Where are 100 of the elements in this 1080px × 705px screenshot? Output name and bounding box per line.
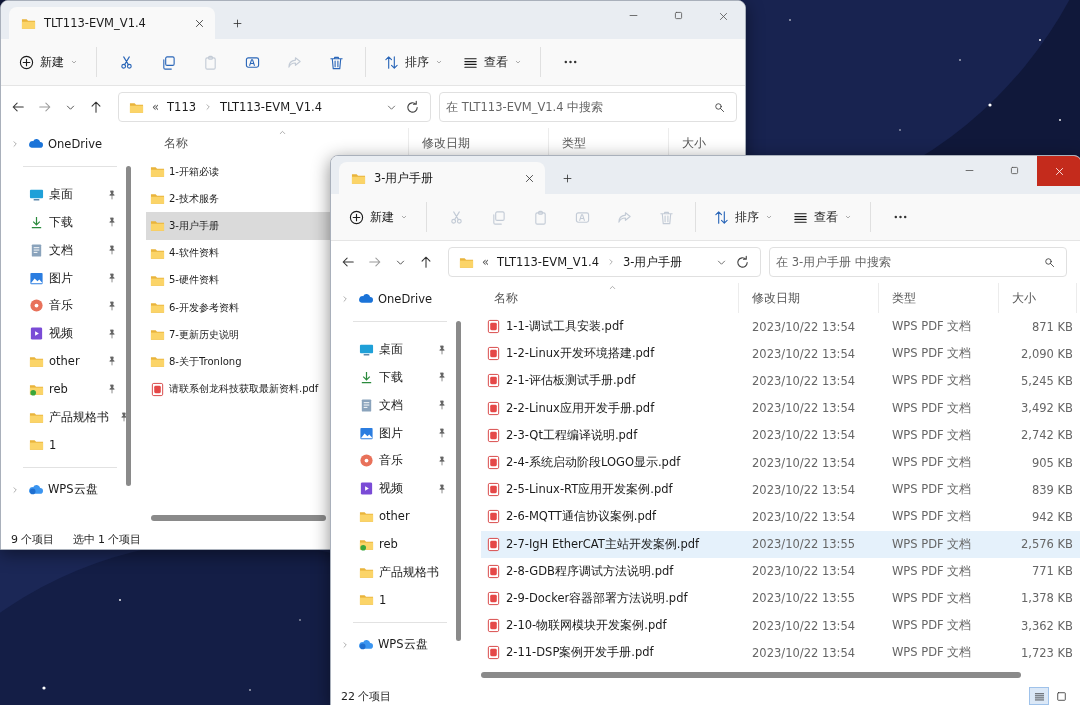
file-row[interactable]: 5-硬件资料 bbox=[146, 266, 330, 294]
file-row[interactable]: 2-4-系统启动阶段LOGO显示.pdf 2023/10/22 13:54 WPS PDF 文档 905 KB bbox=[481, 448, 1080, 477]
chevron-icon[interactable] bbox=[341, 640, 349, 649]
nav-item[interactable]: 1 bbox=[1, 430, 125, 459]
file-row[interactable]: 1-开箱必读 bbox=[146, 158, 330, 186]
nav-item[interactable]: reb bbox=[331, 530, 455, 559]
scrollbar-thumb[interactable] bbox=[126, 166, 131, 486]
new-button[interactable]: 新建 bbox=[341, 201, 416, 233]
nav-item[interactable]: other bbox=[331, 502, 455, 531]
maximize-button[interactable] bbox=[1009, 165, 1020, 176]
tab[interactable]: 3-用户手册 bbox=[339, 162, 545, 194]
up-button[interactable] bbox=[419, 255, 433, 269]
column-header[interactable]: 修改日期 bbox=[739, 283, 879, 313]
file-type: WPS PDF 文档 bbox=[892, 482, 972, 498]
modified-date: 2023/10/22 13:55 bbox=[752, 537, 856, 552]
nav-item[interactable]: 下载 bbox=[1, 208, 125, 237]
file-row[interactable]: 2-10-物联网模块开发案例.pdf 2023/10/22 13:54 WPS PDF 文档 3,362 KB bbox=[481, 612, 1080, 640]
file-row[interactable]: 2-2-Linux应用开发手册.pdf 2023/10/22 13:54 WPS PDF 文档 3,492 KB bbox=[481, 394, 1080, 422]
file-row[interactable]: 4-软件资料 bbox=[146, 239, 330, 267]
search-field[interactable]: 在 TLT113-EVM_V1.4 中搜索 bbox=[439, 92, 737, 122]
file-row[interactable]: 2-3-Qt工程编译说明.pdf 2023/10/22 13:54 WPS PDF 文档 2,742 KB bbox=[481, 421, 1080, 449]
back-button[interactable] bbox=[341, 255, 355, 269]
file-row[interactable]: 1-1-调试工具安装.pdf 2023/10/22 13:54 WPS PDF 文档 871 KB bbox=[481, 313, 1080, 341]
nav-item[interactable]: 桌面 bbox=[1, 180, 125, 209]
close-icon[interactable] bbox=[524, 172, 535, 184]
file-row[interactable]: 6-开发参考资料 bbox=[146, 293, 330, 322]
nav-item[interactable]: WPS云盘 bbox=[331, 630, 455, 659]
file-row[interactable]: 2-6-MQTT通信协议案例.pdf 2023/10/22 13:54 WPS PDF 文档 942 KB bbox=[481, 503, 1080, 531]
file-row[interactable]: 2-8-GDB程序调试方法说明.pdf 2023/10/22 13:54 WPS PDF 文档 771 KB bbox=[481, 557, 1080, 585]
file-size: 839 KB bbox=[1031, 482, 1073, 497]
nav-item[interactable]: 音乐 bbox=[331, 447, 455, 475]
scrollbar-thumb[interactable] bbox=[481, 672, 1021, 678]
breadcrumb[interactable]: TLT113-EVM_V1.4 bbox=[220, 100, 322, 114]
file-row[interactable]: 7-更新历史说明 bbox=[146, 321, 330, 349]
file-row[interactable]: 2-11-DSP案例开发手册.pdf 2023/10/22 13:54 WPS PDF 文档 1,723 KB bbox=[481, 639, 1080, 667]
tab[interactable]: TLT113-EVM_V1.4 bbox=[9, 7, 215, 39]
scrollbar-thumb[interactable] bbox=[456, 321, 461, 641]
sort-button[interactable]: 排序 bbox=[706, 201, 781, 233]
search-field[interactable]: 在 3-用户手册 中搜索 bbox=[769, 247, 1067, 277]
new-button[interactable]: 新建 bbox=[11, 46, 86, 78]
view-button[interactable]: 查看 bbox=[455, 46, 530, 78]
nav-item[interactable]: 产品规格书 bbox=[1, 403, 125, 431]
file-row[interactable]: 2-7-IgH EtherCAT主站开发案例.pdf 2023/10/22 13:55 WPS PDF 文档 2,576 KB bbox=[481, 530, 1080, 558]
new-tab-button[interactable] bbox=[562, 173, 573, 184]
back-button[interactable] bbox=[11, 100, 25, 114]
file-row[interactable]: 1-2-Linux开发环境搭建.pdf 2023/10/22 13:54 WPS PDF 文档 2,090 KB bbox=[481, 340, 1080, 368]
nav-item[interactable]: 下载 bbox=[331, 363, 455, 392]
nav-item[interactable]: 产品规格书 bbox=[331, 558, 455, 586]
chevron-icon[interactable] bbox=[341, 294, 349, 303]
nav-item[interactable]: WPS云盘 bbox=[1, 475, 125, 504]
pdf-icon bbox=[486, 618, 501, 634]
file-row[interactable]: 2-5-Linux-RT应用开发案例.pdf 2023/10/22 13:54 WPS PDF 文档 839 KB bbox=[481, 476, 1080, 504]
forward-button[interactable] bbox=[38, 100, 52, 114]
nav-item[interactable]: 音乐 bbox=[1, 292, 125, 320]
close-icon[interactable] bbox=[194, 17, 205, 29]
file-name: 6-开发参考资料 bbox=[169, 300, 239, 315]
refresh-button[interactable] bbox=[735, 254, 750, 270]
breadcrumb[interactable]: TLT113-EVM_V1.4 bbox=[497, 255, 599, 269]
forward-button[interactable] bbox=[368, 255, 382, 269]
file-row[interactable]: 2-9-Docker容器部署方法说明.pdf 2023/10/22 13:55 WPS PDF 文档 1,378 KB bbox=[481, 584, 1080, 613]
nav-item[interactable]: OneDrive bbox=[331, 285, 455, 313]
nav-item[interactable]: 图片 bbox=[1, 264, 125, 292]
modified-date: 2023/10/22 13:54 bbox=[752, 428, 856, 443]
new-tab-button[interactable] bbox=[232, 18, 243, 29]
maximize-button[interactable] bbox=[673, 10, 684, 21]
nav-item[interactable]: 桌面 bbox=[331, 335, 455, 364]
file-name: 5-硬件资料 bbox=[169, 273, 219, 288]
refresh-button[interactable] bbox=[405, 99, 420, 115]
column-header[interactable]: 类型 bbox=[879, 283, 999, 313]
pdf-icon bbox=[486, 509, 501, 525]
breadcrumb[interactable]: T113 bbox=[167, 100, 197, 114]
file-row[interactable]: 2-技术服务 bbox=[146, 185, 330, 213]
sort-button[interactable]: 排序 bbox=[376, 46, 451, 78]
column-header[interactable]: 大小 bbox=[999, 283, 1077, 313]
nav-item[interactable]: other bbox=[1, 347, 125, 376]
address-bar[interactable]: « TLT113-EVM_V1.4 3-用户手册 bbox=[448, 247, 761, 277]
breadcrumb[interactable]: 3-用户手册 bbox=[623, 254, 683, 270]
overflow-mark[interactable]: « bbox=[152, 100, 160, 114]
nav-item[interactable]: reb bbox=[1, 375, 125, 404]
chevron-icon[interactable] bbox=[11, 485, 19, 494]
file-row[interactable]: 8-关于Tronlong bbox=[146, 348, 330, 376]
file-row[interactable]: 请联系创龙科技获取最新资料.pdf bbox=[146, 375, 330, 403]
file-row[interactable]: 3-用户手册 bbox=[146, 212, 330, 240]
nav-item[interactable]: 视频 bbox=[1, 319, 125, 348]
chevron-icon[interactable] bbox=[11, 139, 19, 148]
scrollbar-thumb[interactable] bbox=[151, 515, 326, 521]
nav-item[interactable]: 1 bbox=[331, 585, 455, 614]
up-button[interactable] bbox=[89, 100, 103, 114]
nav-item[interactable]: OneDrive bbox=[1, 130, 125, 158]
file-row[interactable]: 2-1-评估板测试手册.pdf 2023/10/22 13:54 WPS PDF 文档 5,245 KB bbox=[481, 367, 1080, 395]
modified-date: 2023/10/22 13:54 bbox=[752, 373, 856, 388]
details-view-button[interactable] bbox=[1029, 687, 1049, 705]
nav-item[interactable]: 文档 bbox=[1, 236, 125, 265]
address-bar[interactable]: « T113 TLT113-EVM_V1.4 bbox=[118, 92, 431, 122]
nav-item[interactable]: 图片 bbox=[331, 419, 455, 447]
view-button[interactable]: 查看 bbox=[785, 201, 860, 233]
column-header[interactable]: 名称 bbox=[481, 283, 739, 313]
nav-item[interactable]: 文档 bbox=[331, 391, 455, 420]
nav-item[interactable]: 视频 bbox=[331, 474, 455, 503]
overflow-mark[interactable]: « bbox=[482, 255, 490, 269]
